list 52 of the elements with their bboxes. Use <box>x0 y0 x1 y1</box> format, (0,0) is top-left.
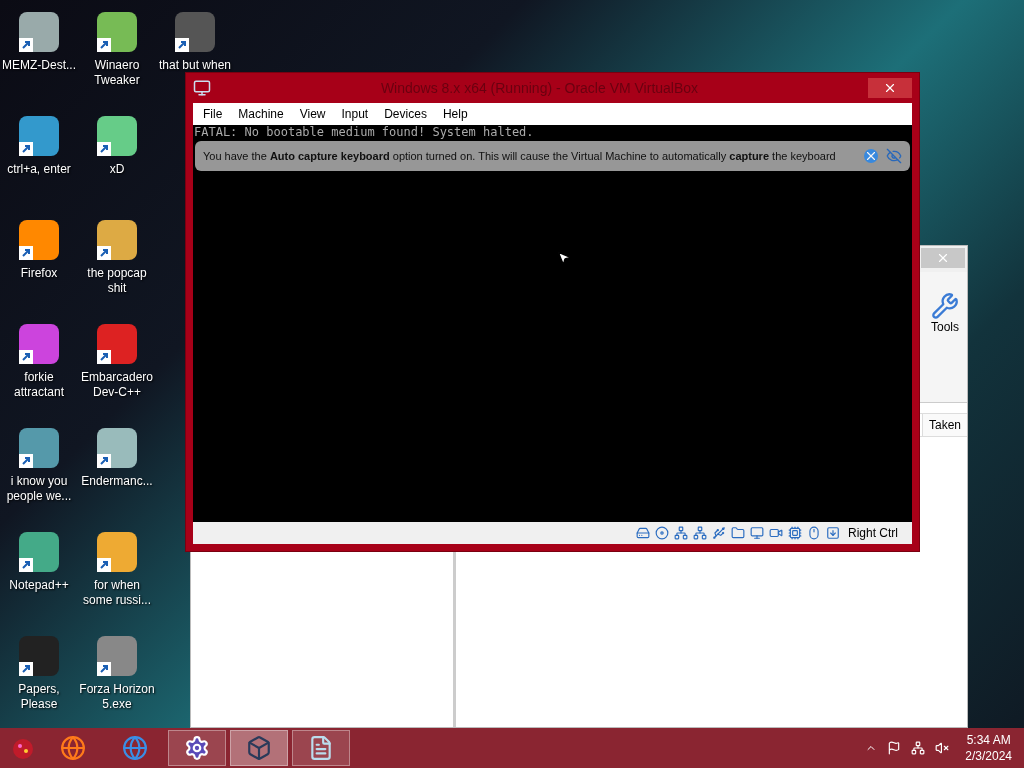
desktop-icon-label[interactable]: Papers, Please <box>0 682 78 712</box>
notification-text: You have the Auto capture keyboard option turned on. This will cause the Virtual Machine to automatically capture the keyboard <box>203 150 837 162</box>
menu-item[interactable]: Machine <box>232 105 290 123</box>
desktop-icon-label[interactable]: Forza Horizon 5.exe <box>78 682 156 712</box>
disc-icon[interactable] <box>655 526 669 540</box>
network-icon[interactable] <box>693 526 707 540</box>
note-icon <box>308 735 334 761</box>
mouse-icon[interactable] <box>807 526 821 540</box>
muted-speaker-icon[interactable] <box>935 741 950 755</box>
desktop-icon-label[interactable]: forkie attractant <box>0 370 78 400</box>
monitor-icon[interactable] <box>750 526 764 540</box>
cube-icon <box>246 735 272 761</box>
clock[interactable]: 5:34 AM 2/3/2024 <box>959 732 1018 764</box>
desktop-icon-label[interactable]: i know you people we... <box>0 474 78 504</box>
taskbar-button[interactable] <box>292 730 350 766</box>
menu-item[interactable]: View <box>293 105 332 123</box>
arrow-down-icon[interactable] <box>826 526 840 540</box>
menu-item[interactable]: Devices <box>378 105 433 123</box>
folder-icon[interactable] <box>731 526 745 540</box>
host-key-label: Right Ctrl <box>848 526 898 540</box>
desktop-icon-label[interactable]: that but when <box>158 58 232 73</box>
desktop-icon-label[interactable]: MEMZ-Dest... <box>2 58 76 73</box>
close-icon[interactable] <box>864 149 878 163</box>
usb-icon[interactable] <box>712 526 726 540</box>
desktop-icon-label[interactable]: xD <box>109 162 125 177</box>
taskbar-button[interactable] <box>168 730 226 766</box>
globe-icon <box>122 735 148 761</box>
desktop-icon-label[interactable]: Firefox <box>20 266 58 281</box>
menu-item[interactable]: File <box>197 105 229 123</box>
desktop-icon-label[interactable]: for when some russi... <box>78 578 156 608</box>
network-icon[interactable] <box>911 741 926 755</box>
hard-drive-icon[interactable] <box>636 526 650 540</box>
app-icon <box>193 79 211 97</box>
desktop-icon-label[interactable]: the popcap shit <box>78 266 156 296</box>
video-icon[interactable] <box>769 526 783 540</box>
menu-item[interactable]: Input <box>335 105 375 123</box>
window-title: Windows 8.x x64 (Running) - Oracle VM VirtualBox <box>379 80 700 96</box>
desktop-icon-label[interactable]: Embarcadero Dev-C++ <box>78 370 156 400</box>
close-icon <box>883 81 897 95</box>
desktop-icon-label[interactable]: Endermanc... <box>81 474 153 489</box>
console-text: FATAL: No bootable medium found! System halted. <box>193 125 535 139</box>
taskbar-button[interactable] <box>230 730 288 766</box>
menu-item[interactable]: Help <box>436 105 474 123</box>
gear-icon <box>184 735 210 761</box>
desktop-icon-label[interactable]: ctrl+a, enter <box>7 162 71 177</box>
close-icon <box>936 251 950 265</box>
cpu-icon[interactable] <box>788 526 802 540</box>
desktop-icon-label[interactable]: Winaero Tweaker <box>78 58 156 88</box>
desktop-icon-label[interactable]: Notepad++ <box>9 578 69 593</box>
flag-icon[interactable] <box>887 741 902 755</box>
network-icon[interactable] <box>674 526 688 540</box>
column-header[interactable]: Taken <box>921 414 967 436</box>
